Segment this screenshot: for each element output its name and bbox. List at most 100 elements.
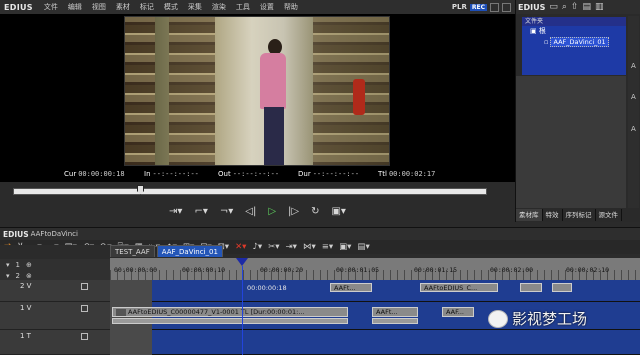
tab-sequence-markers[interactable]: 序列标记: [563, 209, 596, 221]
render-icon[interactable]: ▣▾: [339, 243, 351, 252]
audio-waveform[interactable]: [112, 318, 348, 324]
clip[interactable]: AAFtoEDIUS_C...: [420, 283, 498, 292]
bin-scrollbar[interactable]: [628, 16, 639, 208]
set-in-icon[interactable]: ⌐▾: [194, 207, 207, 217]
menu-edit[interactable]: 编辑: [63, 2, 87, 12]
mixer-icon[interactable]: ≡▾: [322, 243, 333, 252]
menu-clip[interactable]: 素材: [111, 2, 135, 12]
track-header[interactable]: 2 V: [0, 280, 110, 302]
root-label: 根: [538, 27, 546, 35]
menu-render[interactable]: 渲染: [207, 2, 231, 12]
title-icon[interactable]: [81, 333, 88, 340]
clip[interactable]: AAF...: [442, 307, 474, 317]
timecode-dur: Dur --:--:--:--: [298, 169, 359, 179]
menu-tools[interactable]: 工具: [231, 2, 255, 12]
ttl-value: 00:00:02:17: [388, 170, 436, 178]
timeline-ruler[interactable]: 00:00:00:00 00:00:00:10 00:00:00:20 00:0…: [110, 258, 640, 280]
position-slider[interactable]: [13, 188, 487, 195]
maximize-icon[interactable]: [502, 2, 511, 12]
set-out-icon[interactable]: ¬▾: [220, 207, 233, 217]
ctrl-value-2: 2: [15, 271, 20, 280]
out-label: Out: [218, 170, 231, 178]
sequence-tabs: TEST_AAF AAF_DaVinci_01: [110, 245, 223, 257]
clipped-text-3: A: [631, 125, 636, 133]
ttl-label: Ttl: [378, 170, 387, 178]
bin-app-logo: EDIUS: [518, 2, 546, 12]
clip[interactable]: AAFt...: [330, 283, 372, 292]
up-folder-icon[interactable]: ⇧: [571, 2, 579, 12]
rec-button[interactable]: REC: [469, 3, 487, 11]
in-value: --:--:--:--: [152, 170, 199, 178]
ruler-label: 00:00:00:10: [182, 266, 226, 274]
lock-icon[interactable]: [81, 283, 88, 290]
track-header[interactable]: 1 V: [0, 302, 110, 330]
tab-test-aaf[interactable]: TEST_AAF: [110, 245, 155, 257]
camera-icon[interactable]: ▣▾: [331, 207, 345, 217]
razor-icon[interactable]: ✂▾: [268, 243, 279, 252]
person-legs: [264, 107, 284, 165]
ruler-label: 00:00:00:20: [260, 266, 304, 274]
track-1t: 1 T: [0, 330, 640, 355]
menu-file[interactable]: 文件: [39, 2, 63, 12]
menu-marker[interactable]: 标记: [135, 2, 159, 12]
menu-settings[interactable]: 设置: [255, 2, 279, 12]
sync-lock-icon[interactable]: ⊗: [26, 272, 32, 280]
expand-icon[interactable]: ▾: [6, 261, 10, 269]
loop-icon[interactable]: ↻: [311, 207, 319, 217]
folder-icon[interactable]: ▭: [549, 2, 558, 12]
bookshelf-mid-left: [169, 17, 215, 165]
ruler-label: 00:00:01:15: [414, 266, 458, 274]
step-forward-icon[interactable]: |▷: [288, 207, 299, 217]
track-name: 1 T: [20, 332, 31, 340]
expand-icon-2[interactable]: ▾: [6, 272, 10, 280]
scrub-bar: [0, 182, 515, 202]
menu-mode[interactable]: 模式: [159, 2, 183, 12]
grid-view-icon[interactable]: ▥: [595, 2, 604, 12]
ripple-delete-icon[interactable]: ⇥▾: [286, 243, 297, 252]
add-bin-icon[interactable]: ▤: [582, 2, 591, 12]
clip[interactable]: [520, 283, 542, 292]
clip-list-area[interactable]: [516, 76, 626, 208]
tab-bin[interactable]: 素材库: [516, 209, 543, 221]
minimize-icon[interactable]: [490, 2, 499, 12]
tab-aaf-davinci[interactable]: AAF_DaVinci_01: [156, 245, 223, 257]
menu-capture[interactable]: 采集: [183, 2, 207, 12]
plr-button[interactable]: PLR: [452, 3, 467, 11]
track-header[interactable]: 1 T: [0, 330, 110, 355]
tree-root-item[interactable]: ▣ 根: [522, 26, 626, 36]
transition-icon[interactable]: ⋈▾: [303, 243, 316, 252]
clip[interactable]: AAFtoEDIUS_C00000477_V1-0001 TL [Dur:00:…: [112, 307, 348, 317]
ruler-label: 00:00:01:05: [336, 266, 380, 274]
audio-icon[interactable]: ♪▾: [252, 243, 262, 252]
playhead-line: [242, 266, 243, 355]
cur-label: Cur: [64, 170, 77, 178]
track-lane[interactable]: [110, 330, 640, 355]
clip[interactable]: AAFt...: [372, 307, 418, 317]
clip-thumbnail: [116, 308, 126, 316]
step-back-icon[interactable]: ◁|: [245, 207, 256, 217]
menu-view[interactable]: 视图: [87, 2, 111, 12]
lock-icon[interactable]: [81, 305, 88, 312]
audio-waveform[interactable]: [372, 318, 418, 324]
timecode-out: Out --:--:--:--: [218, 169, 279, 179]
clipped-text-1: A: [631, 62, 636, 70]
menu-help[interactable]: 帮助: [279, 2, 303, 12]
tree-child-item[interactable]: ▫ AAF_DaVinci_01: [544, 37, 609, 47]
track-ctrl-row-1: ▾ 1 ⊕: [0, 259, 110, 270]
delete-icon[interactable]: ✕▾: [235, 243, 246, 252]
timecode-tooltip: 00:00:00:18: [244, 284, 288, 293]
export-icon[interactable]: ▤▾: [357, 243, 369, 252]
match-frame-icon[interactable]: ⇥▾: [169, 207, 182, 217]
play-icon[interactable]: ▷: [268, 207, 276, 217]
tab-effects[interactable]: 特效: [543, 209, 563, 221]
playhead-marker[interactable]: [236, 258, 248, 266]
watermark-text: 影视梦工场: [512, 310, 588, 328]
dur-label: Dur: [298, 170, 311, 178]
search-icon[interactable]: ⌕: [562, 2, 567, 12]
tab-source[interactable]: 源文件: [596, 209, 622, 221]
clip[interactable]: [552, 283, 572, 292]
transport-controls: ⇥▾ ⌐▾ ¬▾ ◁| ▷ |▷ ↻ ▣▾: [0, 202, 515, 222]
watermark: 影视梦工场: [488, 308, 587, 329]
timecode-in: In --:--:--:--: [144, 169, 199, 179]
link-toggle-icon[interactable]: ⊕: [26, 261, 32, 269]
